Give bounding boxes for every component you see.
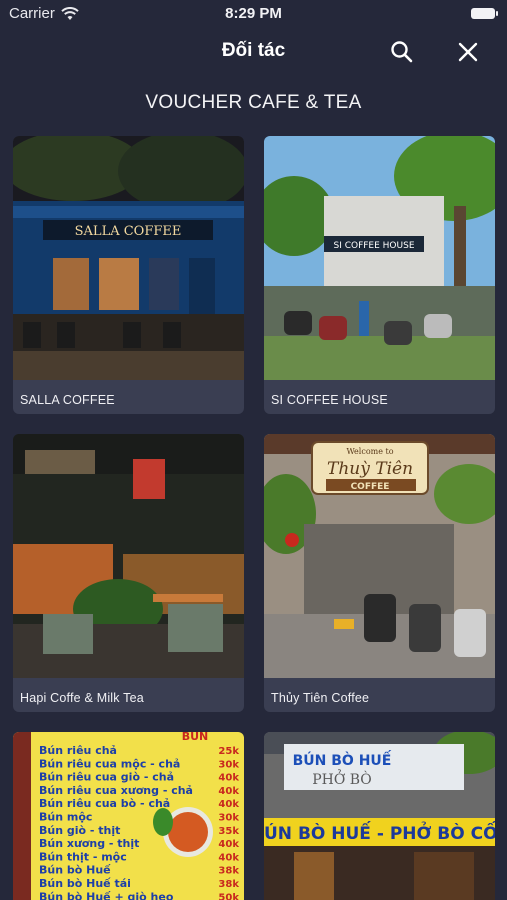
menu-item-name: Bún mộc [39, 811, 92, 824]
partner-name: Hapi Coffe & Milk Tea [20, 691, 144, 705]
search-icon[interactable] [388, 38, 416, 66]
menu-item-price: 38k [218, 866, 239, 877]
menu-item-name: Bún bò Huế [39, 864, 111, 877]
menu-item-price: 40k [218, 786, 239, 797]
menu-item-name: Bún riêu cua giò - chả [39, 771, 174, 784]
menu-item-price: 50k [218, 892, 239, 900]
si-sign-text: SI COFFEE HOUSE [333, 241, 414, 251]
partner-card[interactable]: SI COFFEE HOUSE SI COFFEE HOUSE [264, 136, 495, 414]
menu-item-name: Bún bò Huế + giò heo [39, 890, 174, 900]
menu-item-price: 35k [218, 826, 239, 837]
status-bar: Carrier 8:29 PM [0, 0, 507, 28]
bunbo-sign-line1: BÚN BÒ HUẾ [293, 750, 392, 769]
partner-image: BÚN Bún riêu chả 25k Bún riêu cua mộc - ch… [13, 732, 244, 900]
menu-item-name: Bún thịt - mộc [39, 850, 127, 863]
close-icon[interactable] [454, 38, 482, 66]
partner-name: SI COFFEE HOUSE [271, 393, 388, 407]
partner-name: SALLA COFFEE [20, 393, 115, 407]
menu-item-name: Bún riêu cua mộc - chả [39, 757, 180, 770]
bunbo-banner: ÚN BÒ HUẾ - PHỞ BÒ CỐ [264, 820, 495, 844]
menu-item-price: 25k [218, 746, 239, 757]
thuytien-sign-line1: Welcome to [346, 447, 393, 456]
section-title: VOUCHER CAFE & TEA [145, 92, 362, 113]
menu-item-price: 30k [218, 813, 239, 824]
menu-item-name: Bún xương - thịt [39, 837, 139, 850]
partner-image: SALLA COFFEE [13, 136, 244, 380]
menu-header: BÚN [182, 732, 209, 743]
salla-sign-text: SALLA COFFEE [75, 224, 182, 239]
partner-card[interactable]: SALLA COFFEE SALLA COFFEE [13, 136, 244, 414]
menu-item-price: 40k [218, 799, 239, 810]
battery-icon [471, 8, 498, 19]
menu-item-price: 40k [218, 852, 239, 863]
menu-item-price: 30k [218, 759, 239, 770]
status-time: 8:29 PM [225, 5, 282, 22]
partner-card[interactable]: BÚN BÒ HUẾ PHỞ BÒ ÚN BÒ HUẾ - PHỞ BÒ CỐ [264, 732, 495, 900]
thuytien-sign-line3: COFFEE [351, 482, 390, 492]
thuytien-sign-line2: Thuỳ Tiên [327, 459, 413, 479]
menu-item-name: Bún riêu chả [39, 744, 117, 757]
partner-image: Welcome to Thuỳ Tiên COFFEE [264, 434, 495, 678]
menu-item-name: Bún giò - thịt [39, 824, 120, 837]
menu-item-price: 40k [218, 773, 239, 784]
menu-item-name: Bún bò Huế tái [39, 877, 131, 890]
partner-card[interactable]: Welcome to Thuỳ Tiên COFFEE Thủy Tiên Co… [264, 434, 495, 712]
partner-image: SI COFFEE HOUSE [264, 136, 495, 380]
page-title: Đối tác [221, 40, 286, 61]
partner-card[interactable]: Hapi Coffe & Milk Tea [13, 434, 244, 712]
partner-image: BÚN BÒ HUẾ PHỞ BÒ ÚN BÒ HUẾ - PHỞ BÒ CỐ [264, 732, 495, 900]
menu-item-price: 40k [218, 839, 239, 850]
partner-name: Thủy Tiên Coffee [271, 691, 370, 705]
partner-card[interactable]: BÚN Bún riêu chả 25k Bún riêu cua mộc - ch… [13, 732, 244, 900]
menu-item-price: 38k [218, 879, 239, 890]
nav-bar: Đối tác [0, 30, 507, 74]
menu-item-name: Bún riêu cua bò - chả [39, 797, 170, 810]
menu-item-name: Bún riêu cua xương - chả [39, 784, 193, 797]
partner-image [13, 434, 244, 678]
